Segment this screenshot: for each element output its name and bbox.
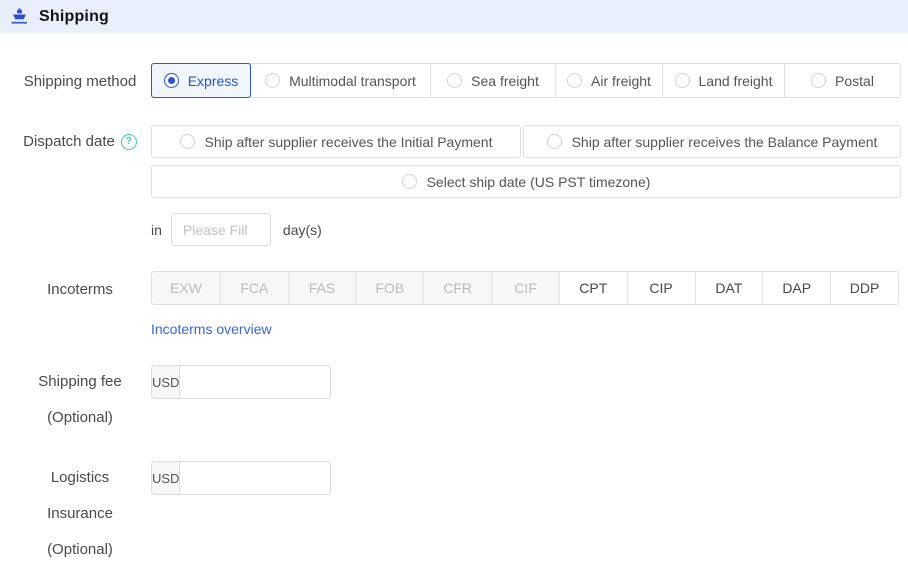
radio-selected-icon xyxy=(164,73,179,88)
dispatch-date-label: Dispatch date ? xyxy=(0,133,160,150)
incoterms-group: EXW FCA FAS FOB CFR CIF CPT CIP DAT DAP … xyxy=(151,271,899,305)
shipping-method-option-land-freight[interactable]: Land freight xyxy=(662,64,784,97)
option-label: Ship after supplier receives the Initial… xyxy=(205,134,493,150)
radio-icon xyxy=(675,73,690,88)
incoterm-cip[interactable]: CIP xyxy=(627,272,695,304)
option-label: Select ship date (US PST timezone) xyxy=(427,174,651,190)
dispatch-option-select-ship-date[interactable]: Select ship date (US PST timezone) xyxy=(151,165,901,198)
currency-label: USD xyxy=(152,462,180,494)
dispatch-option-balance-payment[interactable]: Ship after supplier receives the Balance… xyxy=(523,125,901,158)
radio-icon xyxy=(402,174,417,189)
shipping-method-option-multimodal[interactable]: Multimodal transport xyxy=(250,64,430,97)
page-title: Shipping xyxy=(39,8,109,26)
radio-icon xyxy=(447,73,462,88)
shipping-method-label: Shipping method xyxy=(0,73,160,90)
days-row: in day(s) xyxy=(151,213,322,246)
radio-icon xyxy=(547,134,562,149)
dispatch-option-initial-payment[interactable]: Ship after supplier receives the Initial… xyxy=(151,125,521,158)
logistics-label-line1: Logistics xyxy=(0,460,160,496)
incoterm-cif: CIF xyxy=(491,272,559,304)
shipping-fee-input-group: USD xyxy=(151,365,331,399)
radio-icon xyxy=(265,73,280,88)
incoterm-dat[interactable]: DAT xyxy=(695,272,763,304)
incoterm-cpt[interactable]: CPT xyxy=(559,272,627,304)
logistics-optional-label: (Optional) xyxy=(0,532,160,568)
shipping-fee-input[interactable] xyxy=(180,366,331,398)
incoterms-label: Incoterms xyxy=(0,281,160,298)
incoterm-fas: FAS xyxy=(288,272,356,304)
incoterm-exw: EXW xyxy=(152,272,220,304)
days-prefix-label: in xyxy=(151,222,162,238)
incoterm-ddp[interactable]: DDP xyxy=(830,272,898,304)
logistics-insurance-input[interactable] xyxy=(180,462,331,494)
shipping-method-option-postal[interactable]: Postal xyxy=(784,64,900,97)
incoterms-overview-link[interactable]: Incoterms overview xyxy=(151,321,272,337)
logistics-insurance-label: Logistics Insurance (Optional) xyxy=(0,460,160,568)
option-label: Sea freight xyxy=(471,73,539,89)
days-suffix-label: day(s) xyxy=(283,222,322,238)
ship-icon xyxy=(9,7,29,27)
option-label: Postal xyxy=(835,73,874,89)
dispatch-date-label-text: Dispatch date xyxy=(23,133,115,150)
shipping-fee-label: Shipping fee (Optional) xyxy=(0,364,160,436)
shipping-method-option-air-freight[interactable]: Air freight xyxy=(555,64,662,97)
shipping-method-option-express[interactable]: Express xyxy=(151,63,251,98)
option-label: Land freight xyxy=(699,73,773,89)
logistics-insurance-input-group: USD xyxy=(151,461,331,495)
radio-icon xyxy=(180,134,195,149)
shipping-section-header: Shipping xyxy=(0,0,908,33)
days-input[interactable] xyxy=(171,213,271,246)
currency-label: USD xyxy=(152,366,180,398)
option-label: Express xyxy=(188,73,239,89)
question-mark-icon[interactable]: ? xyxy=(121,134,137,150)
radio-icon xyxy=(567,73,582,88)
shipping-fee-label-line1: Shipping fee xyxy=(0,364,160,400)
option-label: Ship after supplier receives the Balance… xyxy=(572,134,878,150)
option-label: Multimodal transport xyxy=(289,73,416,89)
shipping-method-group: Express Multimodal transport Sea freight… xyxy=(151,63,901,98)
incoterm-fob: FOB xyxy=(355,272,423,304)
logistics-label-line2: Insurance xyxy=(0,496,160,532)
radio-icon xyxy=(811,73,826,88)
incoterm-cfr: CFR xyxy=(423,272,491,304)
shipping-method-option-sea-freight[interactable]: Sea freight xyxy=(430,64,555,97)
shipping-fee-optional-label: (Optional) xyxy=(0,400,160,436)
option-label: Air freight xyxy=(591,73,651,89)
incoterm-dap[interactable]: DAP xyxy=(762,272,830,304)
incoterm-fca: FCA xyxy=(220,272,288,304)
